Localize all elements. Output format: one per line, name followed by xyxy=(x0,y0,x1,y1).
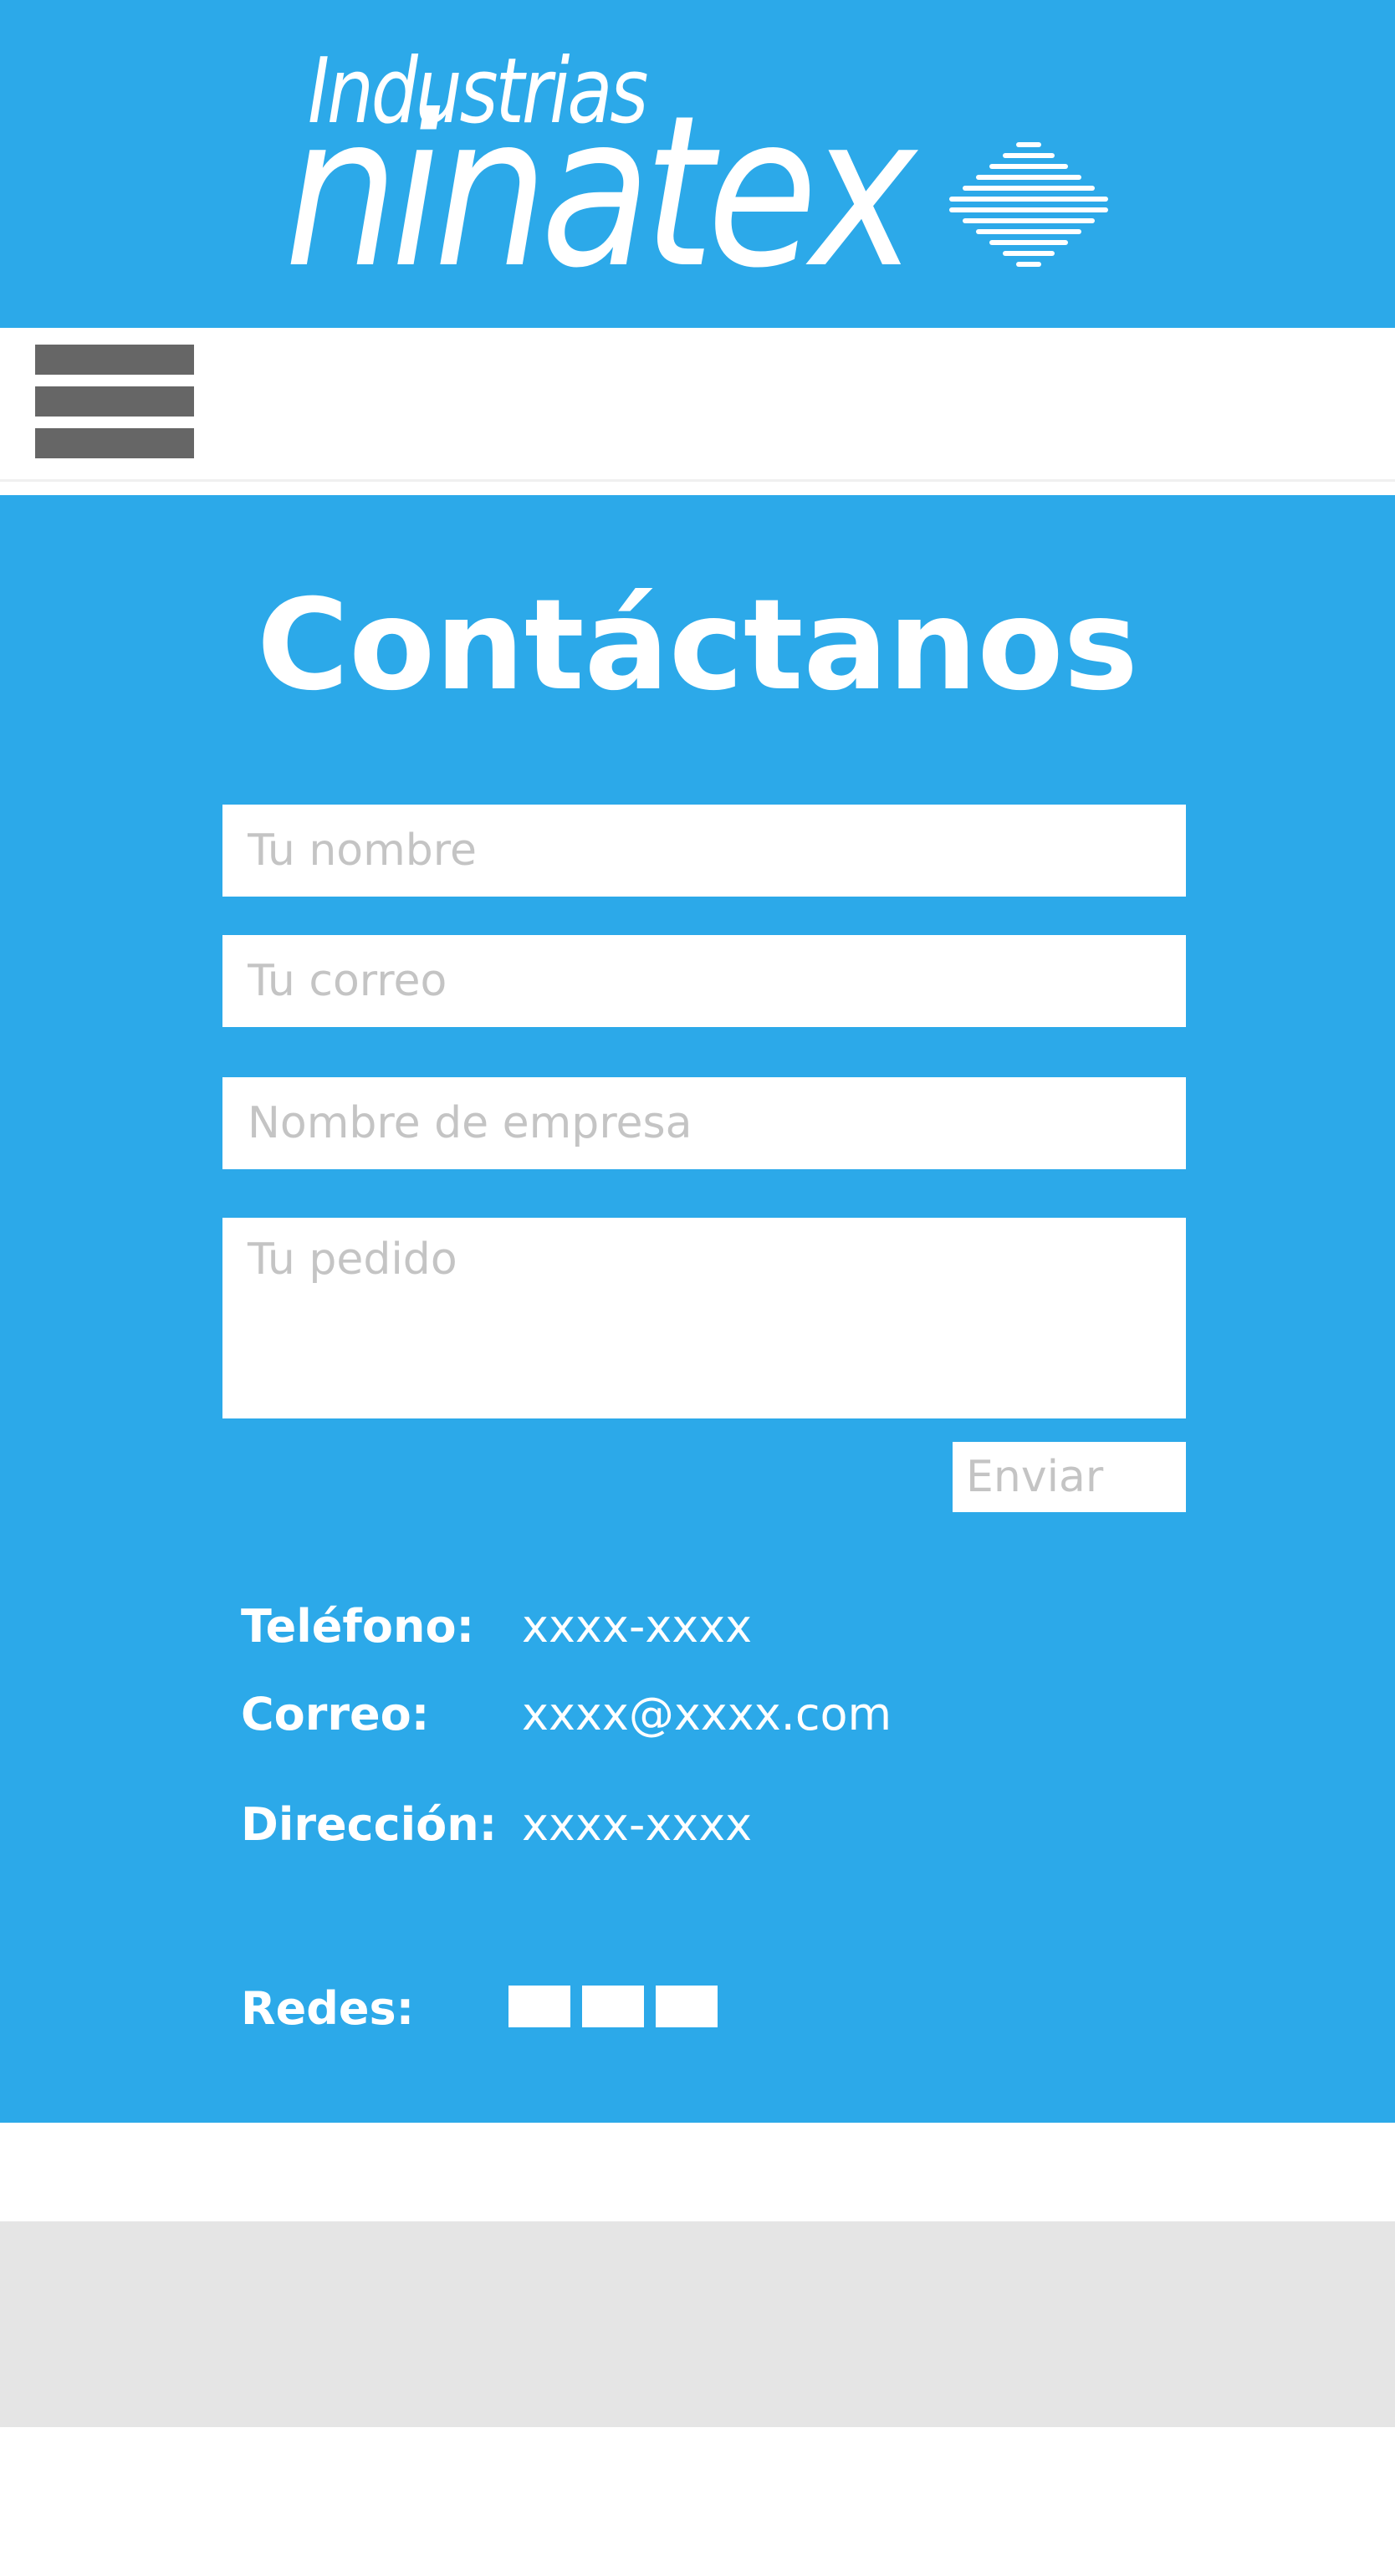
social-icon-1[interactable] xyxy=(508,1986,570,2027)
hamburger-menu-icon[interactable] xyxy=(35,345,194,458)
hamburger-line xyxy=(35,386,194,417)
address-value: xxxx-xxxx xyxy=(522,1798,753,1851)
ninatex-logo[interactable]: Industrias ninatex xyxy=(284,42,1121,314)
social-icon-3[interactable] xyxy=(656,1986,718,2027)
address-label: Dirección: xyxy=(241,1798,498,1851)
phone-value: xxxx-xxxx xyxy=(522,1600,753,1653)
page-title: Contáctanos xyxy=(257,573,1138,718)
nav-bar xyxy=(0,328,1395,482)
site-header: Industrias ninatex xyxy=(0,0,1395,328)
phone-label: Teléfono: xyxy=(241,1600,475,1653)
company-input[interactable] xyxy=(222,1077,1186,1169)
footer xyxy=(0,2221,1395,2427)
send-button[interactable]: Enviar xyxy=(953,1442,1186,1512)
email-label: Correo: xyxy=(241,1688,430,1740)
order-textarea[interactable] xyxy=(222,1218,1186,1418)
social-icon-2[interactable] xyxy=(582,1986,644,2027)
logo-text-ninatex: ninatex xyxy=(284,70,917,314)
hamburger-line xyxy=(35,428,194,458)
contact-section: Contáctanos Enviar Teléfono: xxxx-xxxx C… xyxy=(0,495,1395,2123)
hamburger-line xyxy=(35,345,194,375)
email-input[interactable] xyxy=(222,935,1186,1027)
diamond-lines-logo-icon xyxy=(949,142,1108,267)
name-input[interactable] xyxy=(222,805,1186,897)
social-label: Redes: xyxy=(241,1982,415,2035)
email-value: xxxx@xxxx.com xyxy=(522,1688,892,1740)
